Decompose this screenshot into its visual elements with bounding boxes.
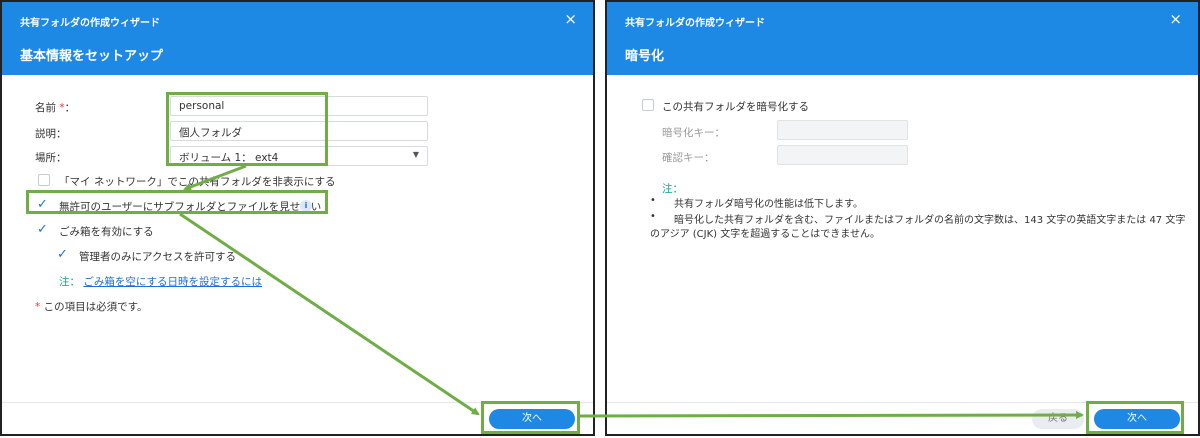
wizard-dialog-basic-info: 共有フォルダの作成ウィザード × 基本情報をセットアップ 名前 *： perso…	[0, 0, 595, 436]
encryption-key-label: 暗号化キー：	[662, 127, 725, 139]
description-label: 説明：	[35, 128, 67, 140]
note-bullet-length-line1: 暗号化した共有フォルダを含む、ファイルまたはフォルダの名前の文字数は、143 文…	[674, 215, 1186, 226]
wizard-dialog-encryption: 共有フォルダの作成ウィザード × 暗号化 この共有フォルダを暗号化する 暗号化キ…	[605, 0, 1200, 436]
step-title: 基本情報をセットアップ	[20, 49, 164, 64]
encrypt-label: この共有フォルダを暗号化する	[662, 101, 809, 113]
encryption-key-input[interactable]	[777, 120, 908, 140]
bullet-marker: •	[650, 195, 656, 206]
recycle-bin-checkbox[interactable]: ✓	[37, 223, 48, 236]
confirm-key-input[interactable]	[777, 145, 908, 165]
dialog-header: 共有フォルダの作成ウィザード × 暗号化	[607, 2, 1198, 75]
wizard-title: 共有フォルダの作成ウィザード	[20, 18, 160, 29]
close-icon[interactable]: ×	[1169, 10, 1182, 28]
highlight-box-next-right	[1086, 401, 1184, 434]
bullet-marker: •	[650, 211, 656, 222]
admin-only-label: 管理者のみにアクセスを許可する	[79, 251, 236, 263]
location-label: 場所：	[35, 152, 67, 164]
close-icon[interactable]: ×	[564, 10, 577, 28]
highlight-box-fields	[166, 92, 328, 166]
hide-network-checkbox[interactable]	[38, 174, 50, 186]
highlight-box-hide-subfolders	[26, 190, 328, 214]
chevron-down-icon: ▼	[412, 150, 419, 159]
wizard-title: 共有フォルダの作成ウィザード	[625, 18, 765, 29]
recycle-note: 注： ごみ箱を空にする日時を設定するには	[59, 274, 262, 289]
note-label: 注：	[662, 183, 683, 195]
back-button[interactable]: 戻る	[1032, 409, 1084, 429]
confirm-key-label: 確認キー：	[662, 152, 715, 164]
note-label: 注：	[59, 276, 80, 288]
note-bullet-length-line2: のアジア (CJK) 文字を超過することはできません。	[650, 229, 880, 240]
step-title: 暗号化	[625, 49, 665, 64]
encrypt-checkbox[interactable]	[642, 99, 654, 111]
name-label: 名前 *：	[35, 102, 76, 114]
highlight-box-next-left	[481, 401, 580, 434]
recycle-bin-label: ごみ箱を有効にする	[59, 226, 154, 238]
recycle-schedule-link[interactable]: ごみ箱を空にする日時を設定するには	[83, 276, 262, 288]
required-note: * この項目は必須です。	[35, 301, 148, 313]
hide-network-label: 「マイ ネットワーク」でこの共有フォルダを非表示にする	[59, 176, 336, 188]
note-bullet-performance: 共有フォルダ暗号化の性能は低下します。	[674, 199, 863, 210]
dialog-header: 共有フォルダの作成ウィザード × 基本情報をセットアップ	[2, 2, 593, 75]
admin-only-checkbox[interactable]: ✓	[57, 248, 68, 261]
